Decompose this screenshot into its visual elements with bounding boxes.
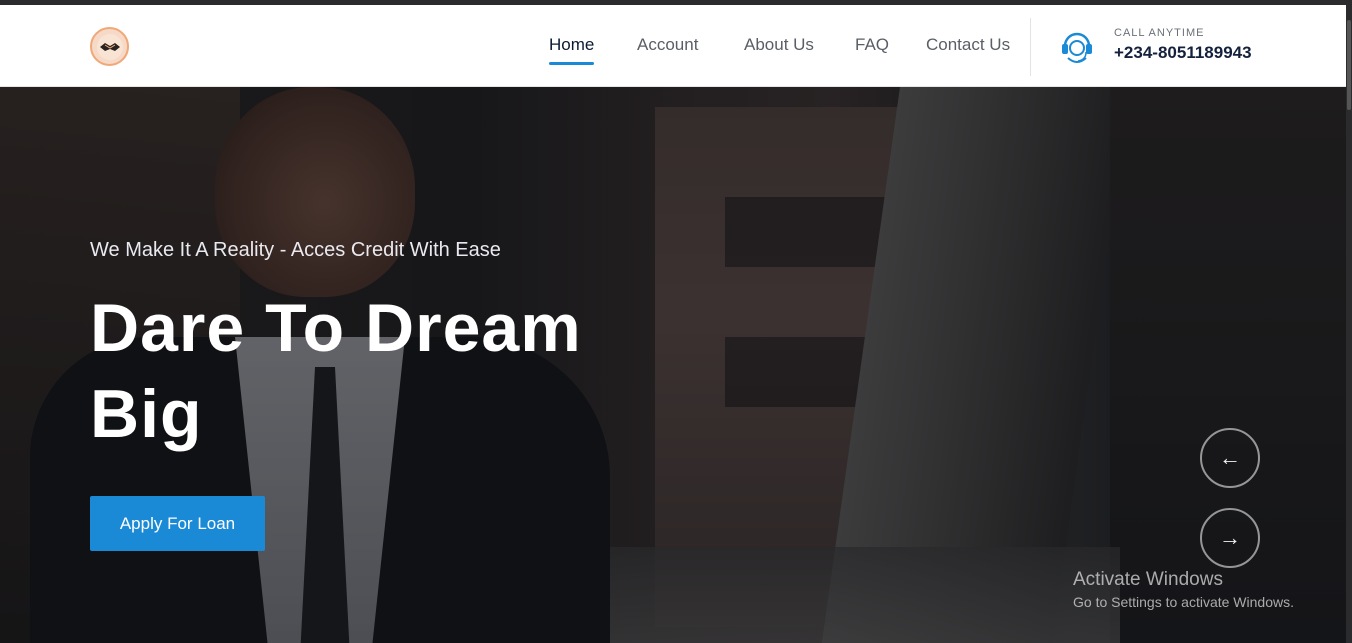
headset-support-icon	[1062, 32, 1092, 63]
arrow-left-icon: ←	[1219, 445, 1241, 470]
hero-headline: Dare To Dream Big	[90, 290, 582, 452]
navbar: Home Account About Us FAQ Contact Us CAL…	[0, 5, 1352, 87]
nav-about-us[interactable]: About Us	[744, 35, 814, 59]
apply-for-loan-button[interactable]: Apply For Loan	[90, 496, 265, 551]
phone-number[interactable]: +234-8051189943	[1114, 43, 1252, 63]
arrow-right-icon: →	[1219, 525, 1241, 550]
slider-prev-button[interactable]: ←	[1200, 428, 1260, 488]
scrollbar-thumb[interactable]	[1347, 20, 1351, 110]
call-label: CALL ANYTIME	[1114, 27, 1205, 39]
nav-account[interactable]: Account	[637, 35, 698, 59]
nav-home[interactable]: Home	[549, 35, 595, 65]
nav-faq[interactable]: FAQ	[855, 35, 889, 59]
slider-next-button[interactable]: →	[1200, 508, 1260, 568]
brand-logo[interactable]	[90, 27, 129, 66]
hero-tagline: We Make It A Reality - Acces Credit With…	[90, 239, 501, 261]
hero-banner: We Make It A Reality - Acces Credit With…	[0, 87, 1346, 643]
activate-windows-title: Activate Windows	[1073, 569, 1223, 590]
nav-divider	[1030, 18, 1031, 76]
handshake-icon	[96, 33, 123, 60]
activate-windows-subtitle: Go to Settings to activate Windows.	[1073, 594, 1294, 610]
nav-contact-us[interactable]: Contact Us	[926, 35, 1010, 59]
